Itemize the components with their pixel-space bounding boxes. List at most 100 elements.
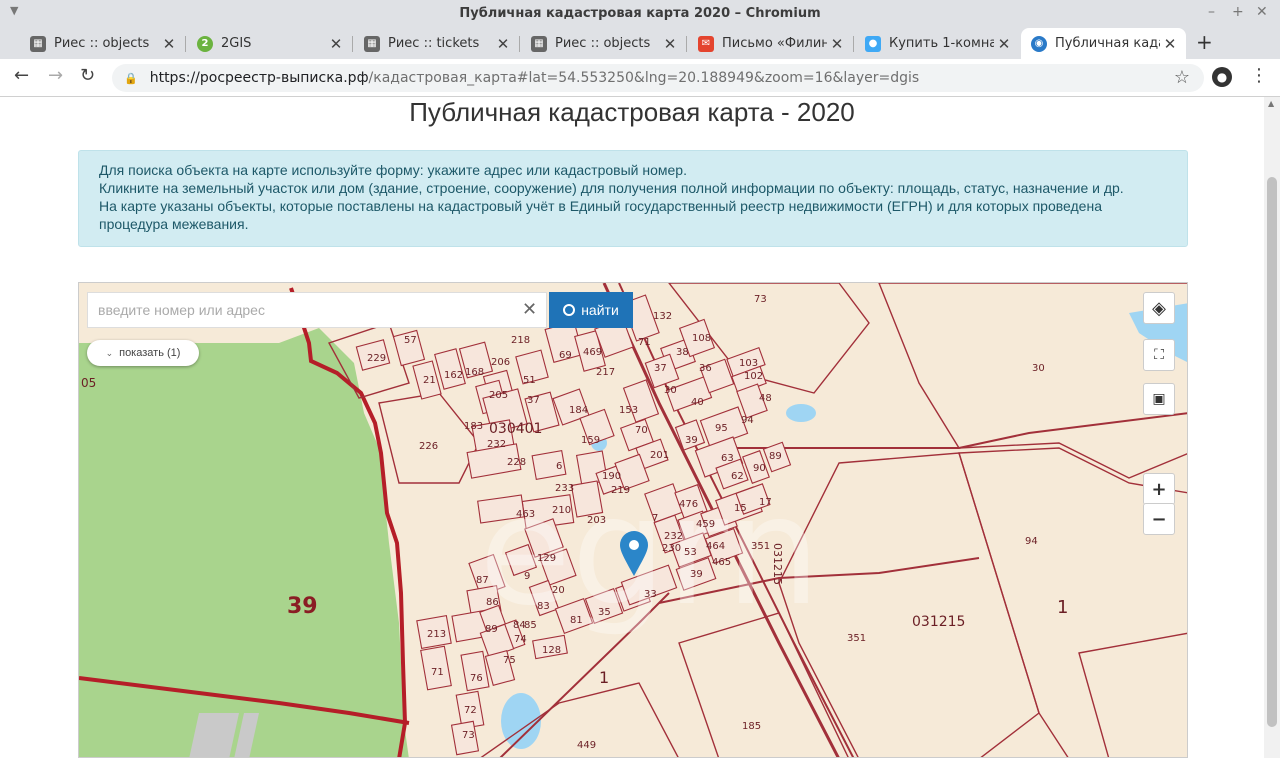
- parcel-label: 7: [652, 513, 658, 524]
- parcel-label: 132: [653, 311, 672, 322]
- tab-ries-objects-2[interactable]: ▦ Риес :: objects ✕: [521, 28, 686, 59]
- reload-icon[interactable]: ↻: [80, 65, 95, 86]
- find-button[interactable]: найти: [549, 292, 633, 328]
- zoom-in-button[interactable]: +: [1143, 473, 1175, 505]
- parcel-label: 232: [664, 531, 683, 542]
- map-canvas[interactable]: egrn 73 30 94 351 351 185 449 226 229 57…: [79, 283, 1188, 758]
- tab-close-icon[interactable]: ✕: [493, 35, 513, 53]
- parcel-label: 205: [489, 390, 508, 401]
- parcel-label: 69: [559, 350, 572, 361]
- tab-close-icon[interactable]: ✕: [1160, 35, 1180, 53]
- show-results-button[interactable]: ⌄ показать (1): [87, 340, 199, 366]
- window-titlebar: ▼ Публичная кадастровая карта 2020 – Chr…: [0, 0, 1280, 28]
- find-button-label: найти: [581, 302, 619, 318]
- minimize-icon[interactable]: –: [1208, 4, 1215, 20]
- tab-ries-objects[interactable]: ▦ Риес :: objects ✕: [20, 28, 185, 59]
- maximize-icon[interactable]: +: [1232, 4, 1244, 20]
- parcel-label: 190: [602, 471, 621, 482]
- new-tab-button[interactable]: +: [1196, 30, 1213, 54]
- parcel-label: 219: [611, 485, 630, 496]
- menu-kebab-icon[interactable]: ⋮: [1250, 65, 1268, 86]
- plus-icon: +: [1151, 478, 1167, 500]
- scrollbar-thumb[interactable]: [1267, 177, 1277, 727]
- parcel-label: 94: [741, 415, 754, 426]
- parcel-label: 469: [583, 347, 602, 358]
- riesgrid-icon: ▦: [30, 35, 46, 52]
- parcel-label: 213: [427, 629, 446, 640]
- tab-label: Риес :: tickets: [388, 36, 480, 51]
- search-icon: [563, 304, 576, 316]
- info-line: На карте указаны объекты, которые постав…: [99, 198, 1102, 214]
- riesgrid-icon: ▦: [531, 35, 547, 52]
- tab-close-icon[interactable]: ✕: [326, 35, 346, 53]
- tab-ries-tickets[interactable]: ▦ Риес :: tickets ✕: [354, 28, 519, 59]
- parcel-label: 230: [662, 543, 681, 554]
- bookmark-star-icon[interactable]: ☆: [1174, 67, 1190, 88]
- tab-strip: ▦ Риес :: objects ✕ 2 2GIS ✕ ▦ Риес :: t…: [0, 26, 1280, 59]
- tab-close-icon[interactable]: ✕: [827, 35, 847, 53]
- tab-label: 2GIS: [221, 36, 252, 51]
- parcel-label: 39: [690, 569, 703, 580]
- close-window-icon[interactable]: ✕: [1256, 4, 1268, 20]
- parcel-label: 90: [753, 463, 766, 474]
- parcel-label: 203: [587, 515, 606, 526]
- tab-close-icon[interactable]: ✕: [994, 35, 1014, 53]
- parcel-label: 217: [596, 367, 615, 378]
- page-content: Публичная кадастровая карта - 2020 Для п…: [0, 97, 1264, 758]
- parcel-label: 168: [465, 367, 484, 378]
- map-search-box: ✕: [87, 292, 547, 328]
- map-search-input[interactable]: [88, 293, 508, 327]
- parcel-label: 57: [404, 335, 417, 346]
- tab-2gis[interactable]: 2 2GIS ✕: [187, 28, 352, 59]
- clear-search-icon[interactable]: ✕: [522, 299, 537, 320]
- parcel-label: 94: [1025, 536, 1038, 547]
- parcel-label-1-small: 1: [599, 668, 609, 687]
- parcel-label: 463: [516, 509, 535, 520]
- parcel-label: 210: [552, 505, 571, 516]
- parcel-label: 87: [476, 575, 489, 586]
- parcel-label: 36: [699, 363, 712, 374]
- tab-cadastral-map[interactable]: ◉ Публичная кадас ✕: [1021, 28, 1186, 59]
- lock-icon[interactable]: 🔒: [124, 72, 138, 85]
- parcel-label: 71: [431, 667, 444, 678]
- parcel-label: 206: [491, 357, 510, 368]
- parcel-label: 459: [696, 519, 715, 530]
- account-icon[interactable]: ●: [1212, 67, 1232, 87]
- tab-avito[interactable]: ● Купить 1-комнат ✕: [855, 28, 1020, 59]
- page-title: Публичная кадастровая карта - 2020: [409, 97, 855, 127]
- parcel-label: 129: [537, 553, 556, 564]
- url-path: /кадастровая_карта#lat=54.553250&lng=20.…: [368, 70, 920, 86]
- tab-close-icon[interactable]: ✕: [660, 35, 680, 53]
- cadastral-map[interactable]: egrn 73 30 94 351 351 185 449 226 229 57…: [78, 282, 1188, 758]
- parcel-label: 95: [715, 423, 728, 434]
- quarter-label-031215: 031215: [912, 614, 965, 630]
- tab-label: Письмо «Филина: [722, 36, 827, 51]
- parcel-label: 37: [654, 363, 667, 374]
- layers-button[interactable]: ◈: [1143, 292, 1175, 324]
- info-line: Для поиска объекта на карте используйте …: [99, 162, 687, 178]
- print-button[interactable]: ▣: [1143, 383, 1175, 415]
- address-bar[interactable]: 🔒 https://росреестр-выписка.рф/кадастров…: [112, 64, 1204, 92]
- parcel-label: 75: [503, 655, 516, 666]
- riesgrid-icon: ▦: [364, 35, 380, 52]
- parcel-label: 17: [759, 497, 772, 508]
- forward-arrow-icon[interactable]: →: [48, 65, 63, 86]
- parcel-label: 81: [570, 615, 583, 626]
- parcel-label: 85: [524, 620, 537, 631]
- tab-mail[interactable]: ✉ Письмо «Филина ✕: [688, 28, 853, 59]
- fullscreen-button[interactable]: ⛶: [1143, 339, 1175, 371]
- scroll-up-icon[interactable]: ▲: [1268, 99, 1274, 108]
- zoom-out-button[interactable]: −: [1143, 503, 1175, 535]
- parcel-label: 351: [847, 633, 866, 644]
- tab-close-icon[interactable]: ✕: [159, 35, 179, 53]
- info-line: Кликните на земельный участок или дом (з…: [99, 180, 1124, 196]
- page-scrollbar[interactable]: ▲: [1264, 97, 1280, 758]
- parcel-label: 183: [464, 421, 483, 432]
- tab-label: Риес :: objects: [555, 36, 651, 51]
- parcel-label: 159: [581, 435, 600, 446]
- mail-icon: ✉: [698, 35, 714, 52]
- parcel-label: 74: [514, 634, 527, 645]
- parcel-label: 108: [692, 333, 711, 344]
- window-title: Публичная кадастровая карта 2020 – Chrom…: [459, 6, 821, 21]
- back-arrow-icon[interactable]: ←: [14, 65, 29, 86]
